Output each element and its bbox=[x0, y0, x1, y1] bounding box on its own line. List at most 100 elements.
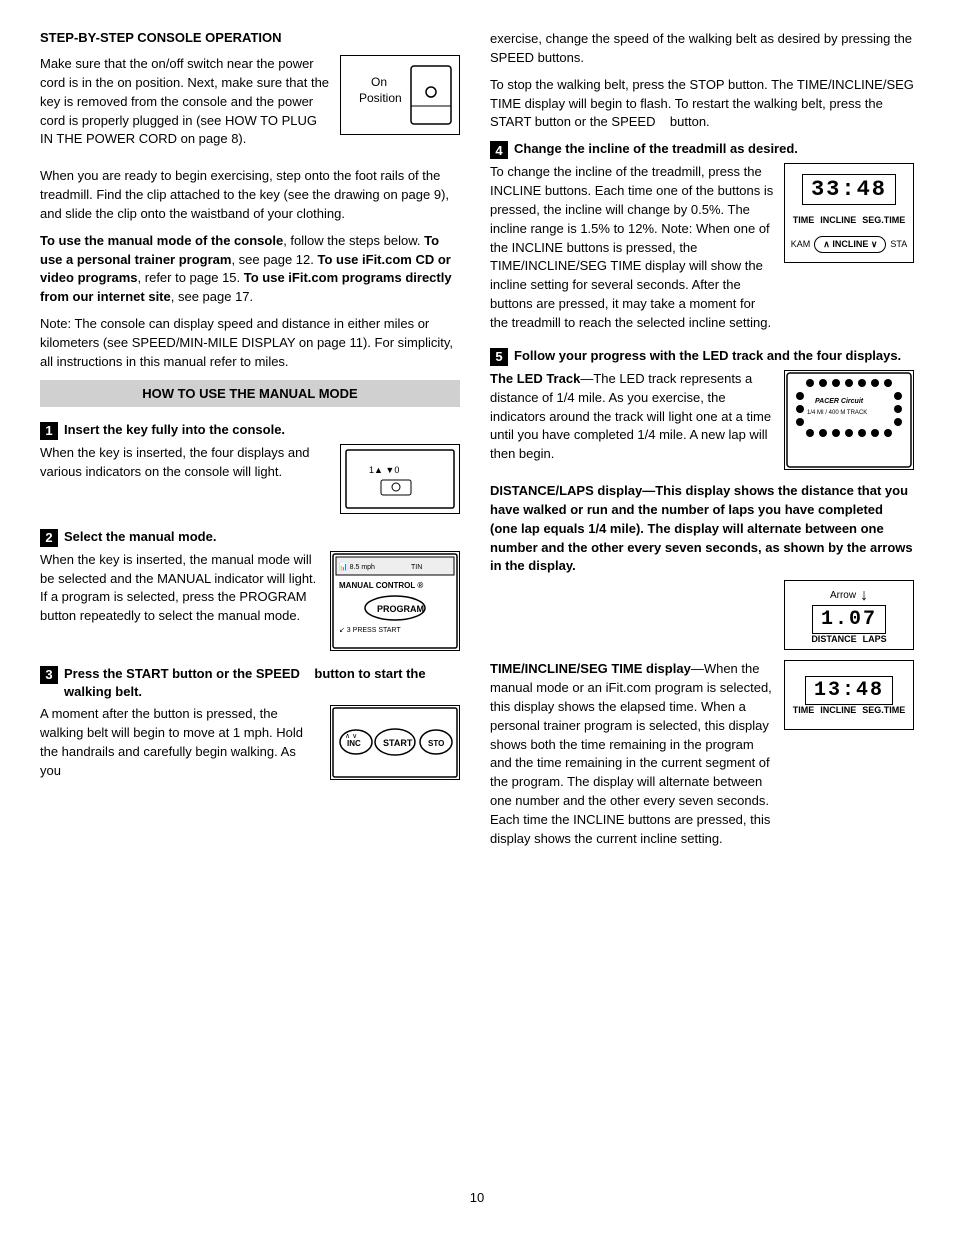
step-5-header: 5 Follow your progress with the LED trac… bbox=[490, 347, 914, 366]
distance-block: Arrow ↓ 1.07 DISTANCE LAPS bbox=[490, 580, 914, 650]
step-1-image: 1▲ ▼0 bbox=[340, 444, 460, 514]
led-track-text-col: The LED Track—The LED track represents a… bbox=[490, 370, 774, 472]
svg-text:PACER Circuit: PACER Circuit bbox=[815, 398, 864, 405]
text4: , see page 17. bbox=[171, 289, 253, 304]
svg-text:INC: INC bbox=[347, 739, 361, 748]
step-4-text: To change the incline of the treadmill, … bbox=[490, 163, 774, 333]
time-display: 13:48 bbox=[805, 676, 893, 705]
svg-text:START: START bbox=[383, 738, 413, 748]
distance-image: Arrow ↓ 1.07 DISTANCE LAPS bbox=[784, 580, 914, 650]
time-label: TIME bbox=[793, 705, 815, 715]
step-4-block: 4 Change the incline of the treadmill as… bbox=[490, 140, 914, 333]
led-track-svg: PACER Circuit 1/4 MI / 400 M TRACK bbox=[785, 371, 913, 469]
svg-text:↙ 3 PRESS START: ↙ 3 PRESS START bbox=[339, 627, 401, 634]
step-2-title: Select the manual mode. bbox=[64, 528, 216, 546]
led-track-block: The LED Track—The LED track represents a… bbox=[490, 370, 914, 472]
distance-arrow-row: Arrow ↓ bbox=[830, 587, 868, 605]
svg-text:1▲ ▼0: 1▲ ▼0 bbox=[369, 465, 399, 475]
distance-labels: DISTANCE LAPS bbox=[811, 634, 886, 644]
intro-block: Make sure that the on/off switch near th… bbox=[40, 55, 460, 157]
step-4-image: 33:48 TIME INCLINE SEG.TIME KAM ∧ INCLIN… bbox=[784, 163, 914, 263]
intro-para1: Make sure that the on/off switch near th… bbox=[40, 55, 330, 149]
time-incline-label: INCLINE bbox=[820, 705, 856, 715]
incline-display: 33:48 bbox=[802, 174, 896, 205]
svg-text:STO: STO bbox=[428, 739, 444, 748]
on-switch-image: On Position bbox=[340, 55, 460, 135]
time-disp-title: TIME/INCLINE/SEG TIME display bbox=[490, 661, 691, 676]
incline-up-btn[interactable]: ∧ INCLINE ∨ bbox=[814, 236, 886, 253]
time-image: 13:48 TIME INCLINE SEG.TIME bbox=[784, 660, 914, 730]
step-2-text: When the key is inserted, the manual mod… bbox=[40, 551, 320, 626]
step-1-title: Insert the key fully into the console. bbox=[64, 421, 285, 439]
page: STEP-BY-STEP CONSOLE OPERATION Make sure… bbox=[0, 0, 954, 1235]
start-btn-diagram: INC ∧ ∨ START STO bbox=[330, 705, 460, 780]
key-insert-svg: 1▲ ▼0 bbox=[341, 445, 459, 513]
led-track-text: The LED Track—The LED track represents a… bbox=[490, 370, 774, 464]
step-4-title: Change the incline of the treadmill as d… bbox=[514, 140, 798, 158]
start-btn-svg: INC ∧ ∨ START STO bbox=[331, 706, 459, 779]
distance-display: 1.07 bbox=[812, 605, 886, 634]
step-1-block: 1 Insert the key fully into the console.… bbox=[40, 421, 460, 514]
step-3-text: A moment after the button is pressed, th… bbox=[40, 705, 320, 780]
label-segtime: SEG.TIME bbox=[862, 215, 905, 225]
step-4-num: 4 bbox=[490, 141, 508, 159]
section-title: STEP-BY-STEP CONSOLE OPERATION bbox=[40, 30, 460, 45]
time-labels: TIME INCLINE SEG.TIME bbox=[793, 705, 906, 715]
right-column: exercise, change the speed of the walkin… bbox=[490, 30, 914, 1170]
intro-para4: Note: The console can display speed and … bbox=[40, 315, 460, 372]
distance-title: DISTANCE/LAPS display—This display shows… bbox=[490, 482, 914, 576]
intro-para3: To use the manual mode of the console, f… bbox=[40, 232, 460, 307]
time-diagram: 13:48 TIME INCLINE SEG.TIME bbox=[784, 660, 914, 730]
step-1-num: 1 bbox=[40, 422, 58, 440]
led-track-title: The LED Track bbox=[490, 371, 580, 386]
step-3-content: A moment after the button is pressed, th… bbox=[40, 705, 460, 780]
label-incline: INCLINE bbox=[820, 215, 856, 225]
step-1-text: When the key is inserted, the four displ… bbox=[40, 444, 330, 482]
right-para2: To stop the walking belt, press the STOP… bbox=[490, 76, 914, 133]
arrow-label: Arrow bbox=[830, 590, 856, 601]
on-switch-svg: On Position bbox=[341, 56, 459, 134]
left-column: STEP-BY-STEP CONSOLE OPERATION Make sure… bbox=[40, 30, 460, 1170]
step-3-title: Press the START button or the SPEED butt… bbox=[64, 665, 460, 701]
manual-mode-box: HOW TO USE THE MANUAL MODE bbox=[40, 380, 460, 407]
text1: , follow the steps below. bbox=[283, 233, 424, 248]
step-2-block: 2 Select the manual mode. When the key i… bbox=[40, 528, 460, 651]
step-2-image: 📊 8.5 mph TIN MANUAL CONTROL ® PROGRAM ↙… bbox=[330, 551, 460, 651]
step-2-num: 2 bbox=[40, 529, 58, 547]
incline-diagram: 33:48 TIME INCLINE SEG.TIME KAM ∧ INCLIN… bbox=[784, 163, 914, 263]
manual-mode-svg: 📊 8.5 mph TIN MANUAL CONTROL ® PROGRAM ↙… bbox=[331, 552, 459, 650]
step-2-content: When the key is inserted, the manual mod… bbox=[40, 551, 460, 651]
right-para1: exercise, change the speed of the walkin… bbox=[490, 30, 914, 68]
time-block: TIME/INCLINE/SEG TIME display—When the m… bbox=[490, 660, 914, 856]
time-para: TIME/INCLINE/SEG TIME display—When the m… bbox=[490, 660, 774, 848]
text3: , refer to page 15. bbox=[138, 270, 244, 285]
intro-para2: When you are ready to begin exercising, … bbox=[40, 167, 460, 224]
text2: , see page 12. bbox=[231, 252, 317, 267]
main-content: STEP-BY-STEP CONSOLE OPERATION Make sure… bbox=[40, 30, 914, 1170]
step-1-content: When the key is inserted, the four displ… bbox=[40, 444, 460, 514]
svg-text:On: On bbox=[371, 75, 387, 89]
step-3-header: 3 Press the START button or the SPEED bu… bbox=[40, 665, 460, 701]
page-num-text: 10 bbox=[470, 1190, 484, 1205]
led-track-diagram: PACER Circuit 1/4 MI / 400 M TRACK bbox=[784, 370, 914, 470]
step-4-header: 4 Change the incline of the treadmill as… bbox=[490, 140, 914, 159]
laps-label: LAPS bbox=[863, 634, 887, 644]
step-5-num: 5 bbox=[490, 348, 508, 366]
manual-mode-title: HOW TO USE THE MANUAL MODE bbox=[50, 386, 450, 401]
step-5-title: Follow your progress with the LED track … bbox=[514, 347, 901, 365]
time-text-col: TIME/INCLINE/SEG TIME display—When the m… bbox=[490, 660, 774, 856]
intro-text-col: Make sure that the on/off switch near th… bbox=[40, 55, 330, 157]
step-3-image: INC ∧ ∨ START STO bbox=[330, 705, 460, 780]
step-3-num: 3 bbox=[40, 666, 58, 684]
arrow-down-icon: ↓ bbox=[860, 587, 868, 605]
manual-mode-diagram: 📊 8.5 mph TIN MANUAL CONTROL ® PROGRAM ↙… bbox=[330, 551, 460, 651]
distance-title-text: DISTANCE/LAPS display bbox=[490, 483, 642, 498]
incline-buttons: KAM ∧ INCLINE ∨ STA bbox=[791, 236, 908, 253]
step-3-block: 3 Press the START button or the SPEED bu… bbox=[40, 665, 460, 781]
step-2-header: 2 Select the manual mode. bbox=[40, 528, 460, 547]
kam-label: KAM bbox=[791, 239, 811, 249]
sta-label: STA bbox=[890, 239, 907, 249]
label-time: TIME bbox=[793, 215, 815, 225]
step-5-block: 5 Follow your progress with the LED trac… bbox=[490, 347, 914, 857]
svg-text:1/4 MI / 400 M TRACK: 1/4 MI / 400 M TRACK bbox=[807, 410, 867, 416]
